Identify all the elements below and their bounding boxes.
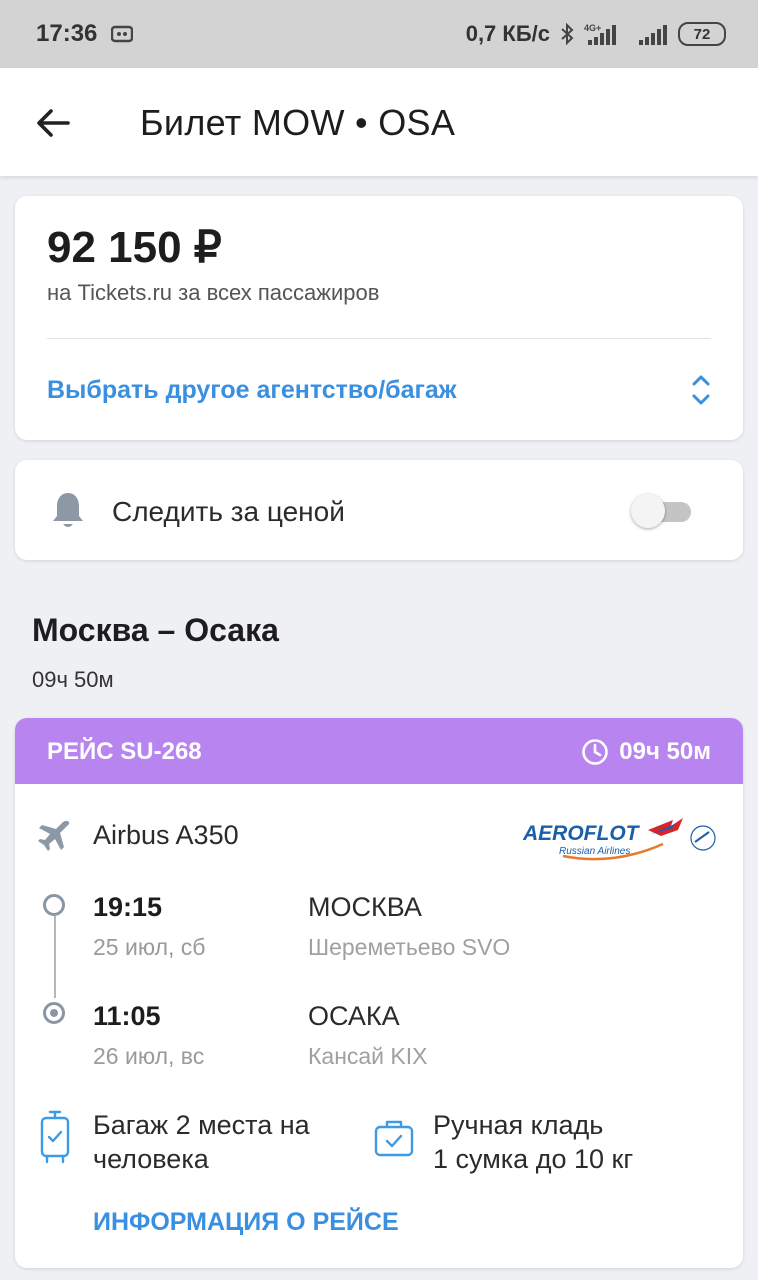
aeroflot-logo: AEROFLOT Russian Airlines bbox=[523, 818, 716, 861]
page-title: Билет MOW • OSA bbox=[140, 102, 456, 143]
flight-info-link[interactable]: ИНФОРМАЦИЯ О РЕЙСЕ bbox=[93, 1208, 399, 1237]
departure-city: МОСКВА bbox=[308, 892, 422, 922]
hand-luggage-line2: 1 сумка до 10 кг bbox=[433, 1144, 634, 1174]
divider bbox=[47, 338, 711, 339]
battery-level: 72 bbox=[693, 25, 711, 43]
arrival-city: ОСАКА bbox=[308, 1001, 400, 1031]
bell-icon bbox=[53, 493, 83, 527]
chevron-up-down-icon[interactable] bbox=[689, 372, 713, 408]
arrival-time: 11:05 bbox=[93, 1001, 161, 1031]
status-time: 17:36 bbox=[36, 20, 98, 47]
price-watch-label: Следить за ценой bbox=[112, 496, 345, 527]
hand-luggage-allowance: Ручная кладь 1 сумка до 10 кг bbox=[433, 1108, 723, 1176]
departure-time: 19:15 bbox=[93, 892, 163, 922]
baggage-icon bbox=[40, 1110, 70, 1164]
arrival-airport: Кансай KIX bbox=[308, 1043, 428, 1069]
flight-number: РЕЙС SU-268 bbox=[47, 738, 202, 765]
net-speed: 0,7 КБ/с bbox=[465, 21, 550, 46]
airplane-icon bbox=[38, 820, 70, 851]
airline-logo-sub: Russian Airlines bbox=[559, 846, 630, 857]
battery-indicator: 72 bbox=[678, 22, 726, 46]
flight-duration: 09ч 50м bbox=[619, 738, 711, 765]
flight-header: РЕЙС SU-268 09ч 50м bbox=[15, 718, 743, 784]
aircraft-model: Airbus A350 bbox=[93, 820, 239, 850]
status-bar: 17:36 0,7 КБ/с 4G+ 72 bbox=[0, 0, 758, 68]
choose-agency-link[interactable]: Выбрать другое агентство/багаж bbox=[47, 376, 457, 405]
timeline-line bbox=[54, 916, 56, 998]
departure-date: 25 июл, сб bbox=[93, 934, 206, 960]
price-subtitle: на Tickets.ru за всех пассажиров bbox=[47, 280, 380, 305]
hand-luggage-icon bbox=[374, 1120, 414, 1157]
route-duration: 09ч 50м bbox=[32, 667, 114, 692]
ticket-price: 92 150 ₽ bbox=[47, 223, 222, 272]
flight-card: РЕЙС SU-268 09ч 50м Airbus A350 AEROFLOT… bbox=[15, 718, 743, 1268]
toggle-thumb bbox=[631, 494, 665, 528]
flight-duration-group: 09ч 50м bbox=[581, 738, 711, 766]
toolbar: Билет MOW • OSA bbox=[0, 68, 758, 176]
price-watch-toggle[interactable] bbox=[631, 494, 691, 528]
signal-4g-icon: 4G+ bbox=[584, 23, 616, 45]
baggage-allowance: Багаж 2 места на человека bbox=[93, 1110, 310, 1174]
departure-airport: Шереметьево SVO bbox=[308, 934, 511, 960]
arrival-date: 26 июл, вс bbox=[93, 1043, 205, 1069]
price-card: 92 150 ₽ на Tickets.ru за всех пассажиро… bbox=[15, 196, 743, 440]
bluetooth-icon bbox=[561, 22, 574, 46]
hand-luggage-line1: Ручная кладь bbox=[433, 1110, 604, 1140]
route-title: Москва – Осака bbox=[32, 612, 279, 648]
arrival-dot bbox=[43, 1002, 65, 1024]
airline-logo-name: AEROFLOT bbox=[523, 822, 641, 845]
clock-icon bbox=[582, 739, 609, 765]
back-arrow-icon[interactable] bbox=[30, 100, 76, 146]
price-watch-card: Следить за ценой bbox=[15, 460, 743, 560]
departure-dot bbox=[43, 894, 65, 916]
signal-icon bbox=[639, 25, 667, 45]
network-type: 4G+ bbox=[584, 23, 601, 33]
cast-icon bbox=[111, 25, 134, 43]
